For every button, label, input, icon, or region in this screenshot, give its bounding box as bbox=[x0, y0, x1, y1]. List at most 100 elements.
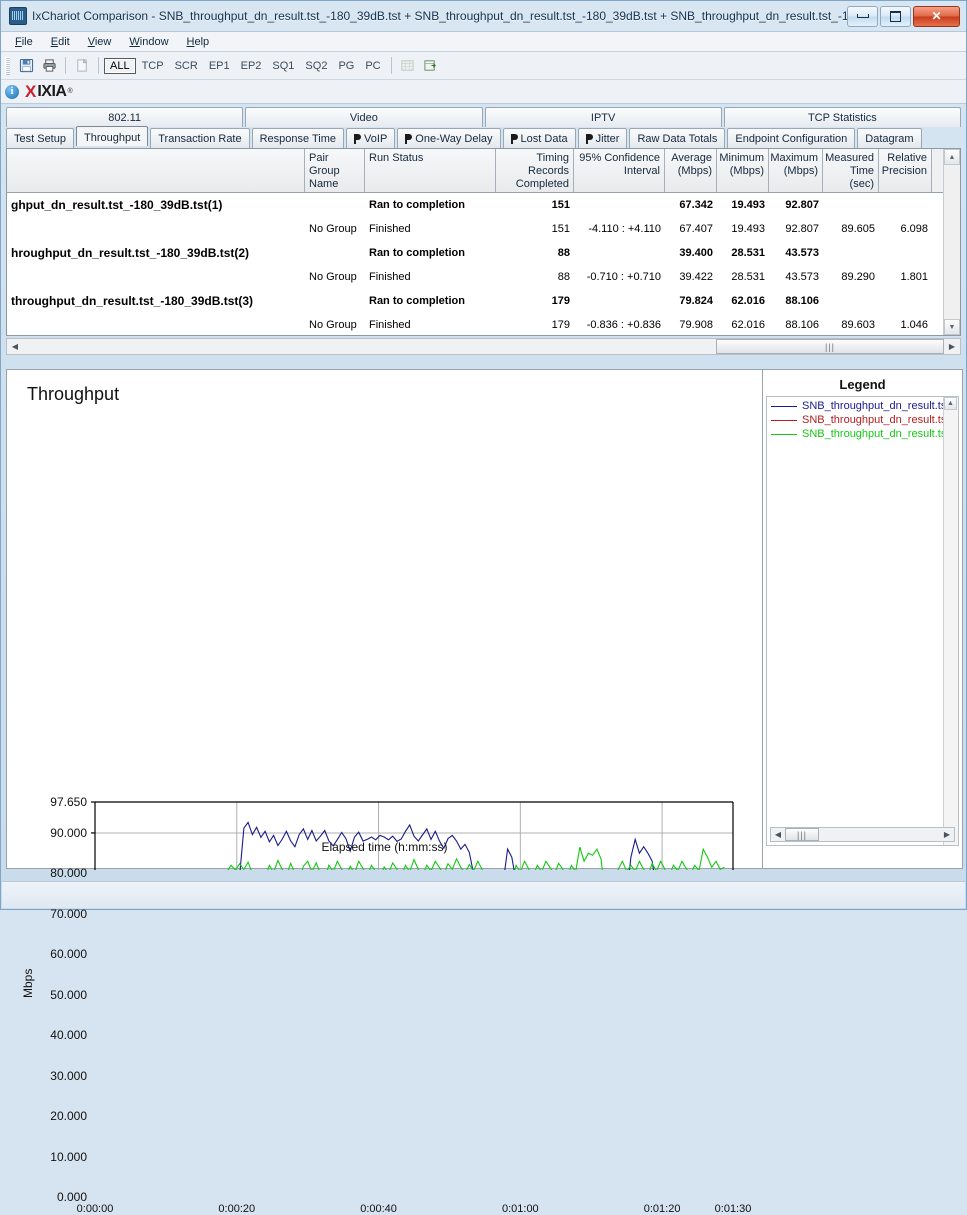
legend-scroll-up-icon[interactable]: ▲ bbox=[944, 397, 957, 410]
chart-legend: Legend SNB_throughput_dn_result.ts SNB_th… bbox=[763, 369, 963, 869]
grid-header-cell[interactable]: Pair Group Name bbox=[305, 149, 365, 192]
tab-endpoint-configuration[interactable]: Endpoint Configuration bbox=[727, 128, 856, 148]
table-row[interactable]: ghput_dn_result.tst_-180_39dB.tst(1) Ran … bbox=[7, 193, 960, 217]
y-axis-tick-label: 70.000 bbox=[50, 906, 87, 921]
legend-horizontal-scrollbar[interactable]: ◀ ||| ▶ bbox=[770, 827, 955, 842]
filter-all[interactable]: ALL bbox=[104, 57, 136, 74]
tab-label: Test Setup bbox=[14, 132, 66, 145]
menu-item-window[interactable]: Window bbox=[121, 34, 176, 50]
scroll-down-icon[interactable]: ▼ bbox=[944, 319, 960, 335]
tab-transaction-rate[interactable]: Transaction Rate bbox=[150, 128, 250, 148]
tab-tcp-statistics[interactable]: TCP Statistics bbox=[723, 107, 961, 127]
tabs-container: 802.11 Video IPTV TCP Statistics Test Se… bbox=[1, 104, 966, 148]
table-row[interactable]: No Group Finished 151 -4.110 : +4.110 67.407… bbox=[7, 217, 960, 241]
copy-icon[interactable] bbox=[71, 55, 93, 76]
grid-cell: 19.493 bbox=[731, 223, 765, 235]
ixia-x-icon: X bbox=[25, 81, 37, 101]
close-button[interactable]: ✕ bbox=[913, 5, 960, 27]
filter-pg[interactable]: PG bbox=[333, 59, 359, 73]
filter-tcp[interactable]: TCP bbox=[137, 59, 169, 73]
ixia-logo: X IXIA ® bbox=[25, 81, 73, 101]
legend-item[interactable]: SNB_throughput_dn_result.ts bbox=[767, 413, 958, 427]
maximize-button[interactable] bbox=[880, 5, 911, 27]
grid-cell: Ran to completion bbox=[369, 247, 465, 259]
menu-item-help[interactable]: Help bbox=[179, 34, 218, 50]
grid-view-icon[interactable] bbox=[397, 55, 419, 76]
grid-header-cell[interactable]: 95% Confidence Interval bbox=[574, 149, 665, 192]
filter-scr[interactable]: SCR bbox=[170, 59, 203, 73]
toolbar-grip[interactable] bbox=[5, 56, 10, 75]
tab-iptv[interactable]: IPTV bbox=[484, 107, 722, 127]
grid-cell: 92.807 bbox=[785, 199, 819, 211]
legend-scroll-thumb[interactable]: ||| bbox=[785, 828, 819, 841]
grid-header-cell[interactable]: Timing Records Completed bbox=[496, 149, 574, 192]
menu-item-edit[interactable]: Edit bbox=[43, 34, 78, 50]
grid-header-cell[interactable]: Minimum (Mbps) bbox=[717, 149, 769, 192]
table-row[interactable]: No Group Finished 179 -0.836 : +0.836 79.908… bbox=[7, 313, 960, 335]
tab-test-setup[interactable]: Test Setup bbox=[6, 128, 74, 148]
tab-label: Endpoint Configuration bbox=[735, 132, 848, 145]
grid-cell: 179 bbox=[551, 295, 570, 307]
top-tab-row: 802.11 Video IPTV TCP Statistics bbox=[6, 107, 961, 127]
grid-cell: 1.801 bbox=[900, 271, 928, 283]
tab-video[interactable]: Video bbox=[245, 107, 483, 127]
grid-header-cell[interactable] bbox=[7, 149, 305, 192]
filter-sq2[interactable]: SQ2 bbox=[300, 59, 332, 73]
tab-throughput[interactable]: Throughput bbox=[75, 126, 149, 146]
scroll-thumb[interactable]: ||| bbox=[716, 339, 944, 354]
grid-header-cell[interactable]: Measured Time (sec) bbox=[823, 149, 879, 192]
minimize-button[interactable] bbox=[847, 5, 878, 27]
grid-horizontal-scrollbar[interactable]: ◀ ||| ▶ bbox=[6, 338, 961, 355]
table-row[interactable]: hroughput_dn_result.tst_-180_39dB.tst(2)… bbox=[7, 241, 960, 265]
grid-cell: 28.531 bbox=[731, 247, 765, 259]
filter-sq1[interactable]: SQ1 bbox=[267, 59, 299, 73]
save-icon[interactable] bbox=[15, 55, 37, 76]
legend-item[interactable]: SNB_throughput_dn_result.ts bbox=[767, 399, 958, 413]
grid-cell: No Group bbox=[309, 271, 357, 283]
grid-cell: 39.422 bbox=[679, 271, 713, 283]
grid-cell: -0.836 : +0.836 bbox=[586, 319, 661, 331]
grid-header-cell[interactable]: Maximum (Mbps) bbox=[769, 149, 823, 192]
legend-scroll-right-icon[interactable]: ▶ bbox=[940, 827, 954, 842]
grid-header-cell[interactable]: Run Status bbox=[365, 149, 496, 192]
tab-jitter[interactable]: Jitter bbox=[577, 128, 628, 148]
grid-cell: 92.807 bbox=[785, 223, 819, 235]
export-icon[interactable] bbox=[420, 55, 442, 76]
legend-scroll-left-icon[interactable]: ◀ bbox=[771, 827, 785, 842]
print-icon[interactable] bbox=[38, 55, 60, 76]
menu-item-file[interactable]: File bbox=[7, 34, 41, 50]
tab-one-way-delay[interactable]: One-Way Delay bbox=[397, 128, 501, 148]
table-row[interactable]: No Group Finished 88 -0.710 : +0.710 39.422 2… bbox=[7, 265, 960, 289]
grid-cell: Finished bbox=[369, 319, 411, 331]
filter-ep1[interactable]: EP1 bbox=[204, 59, 235, 73]
grid-header-cell[interactable]: Relative Precision bbox=[879, 149, 932, 192]
tab-80211[interactable]: 802.11 bbox=[6, 107, 244, 127]
filter-pc[interactable]: PC bbox=[360, 59, 385, 73]
tab-datagram[interactable]: Datagram bbox=[857, 128, 922, 148]
grid-vertical-scrollbar[interactable]: ▲ ▼ bbox=[943, 149, 960, 335]
scroll-left-icon[interactable]: ◀ bbox=[7, 339, 23, 354]
legend-item[interactable]: SNB_throughput_dn_result.ts bbox=[767, 427, 958, 441]
tab-lost-data[interactable]: Lost Data bbox=[502, 128, 576, 148]
scroll-track[interactable]: ||| bbox=[23, 339, 944, 354]
scroll-up-icon[interactable]: ▲ bbox=[944, 149, 960, 165]
minimize-icon bbox=[856, 14, 869, 18]
filter-ep2[interactable]: EP2 bbox=[236, 59, 267, 73]
info-icon[interactable]: i bbox=[5, 84, 19, 99]
ixia-wordmark: IXIA bbox=[37, 82, 67, 100]
menu-item-view[interactable]: View bbox=[80, 34, 120, 50]
grid-cell: throughput_dn_result.tst_-180_39dB.tst(3… bbox=[11, 294, 254, 308]
toolbar-separator bbox=[98, 57, 99, 74]
tab-label: Throughput bbox=[83, 131, 141, 144]
table-row[interactable]: throughput_dn_result.tst_-180_39dB.tst(3… bbox=[7, 289, 960, 313]
menu-bar: File Edit View Window Help bbox=[1, 31, 966, 52]
scroll-right-icon[interactable]: ▶ bbox=[944, 339, 960, 354]
legend-vertical-scrollbar[interactable]: ▲ bbox=[943, 397, 958, 845]
flag-icon bbox=[585, 133, 593, 144]
tab-raw-data-totals[interactable]: Raw Data Totals bbox=[629, 128, 726, 148]
grid-header-cell[interactable]: Average (Mbps) bbox=[665, 149, 717, 192]
toolbar: ALL TCP SCR EP1 EP2 SQ1 SQ2 PG PC bbox=[1, 52, 966, 80]
tab-voip[interactable]: VoIP bbox=[346, 128, 396, 148]
flag-icon bbox=[405, 133, 413, 144]
tab-response-time[interactable]: Response Time bbox=[251, 128, 345, 148]
